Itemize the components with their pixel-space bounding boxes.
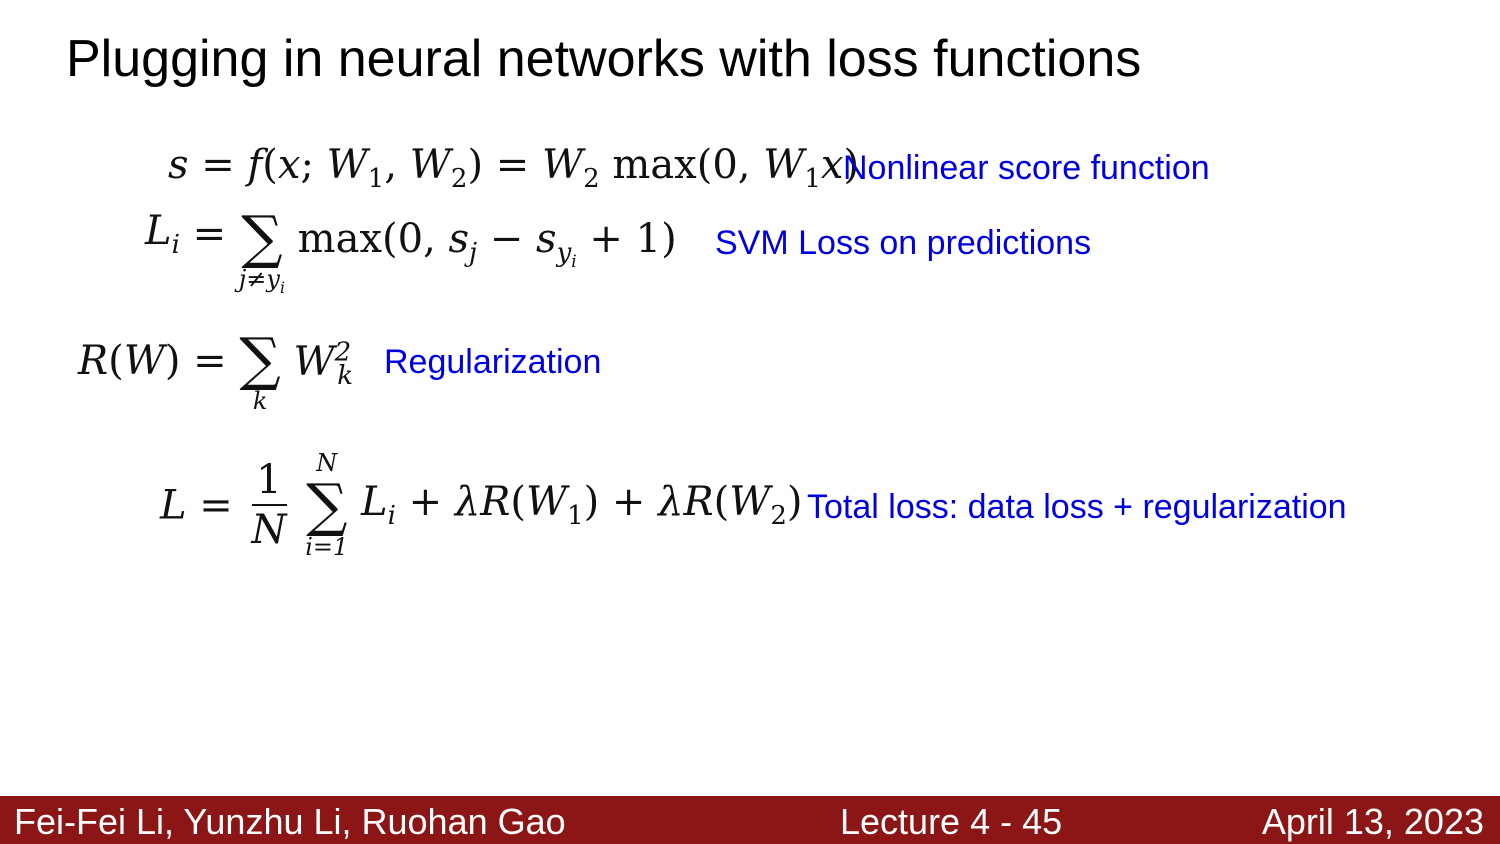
slide: Plugging in neural networks with loss fu… <box>0 0 1500 844</box>
equation-svm-loss: Li = ∑ j≠yi max(0, sj − syi + 1) <box>145 203 677 297</box>
footer-lecture: Lecture 4 - 45 <box>840 801 1063 842</box>
footer-authors: Fei-Fei Li, Yunzhu Li, Ruohan Gao <box>14 801 566 842</box>
footer-date: April 13, 2023 <box>1261 801 1484 842</box>
equation-score-function: s = f(x; W1, W2) = W2 max(0, W1x) <box>168 142 860 194</box>
fraction-one-over-n: 1 N <box>251 457 287 554</box>
equation-regularization: R(W) = ∑ k W2k <box>78 325 353 415</box>
summation-symbol: ∑ k <box>239 325 281 415</box>
footer-bar: Fei-Fei Li, Yunzhu Li, Ruohan Gao Lectur… <box>0 796 1500 844</box>
equation-total-loss: L = 1 N N ∑ i=1 Li + λR(W1) + λR(W2) <box>160 449 803 562</box>
annotation-score-function: Nonlinear score function <box>843 149 1210 187</box>
summation-symbol: ∑ j≠yi <box>238 203 285 297</box>
summation-symbol: N ∑ i=1 <box>305 449 349 562</box>
slide-title: Plugging in neural networks with loss fu… <box>66 30 1142 88</box>
annotation-svm-loss: SVM Loss on predictions <box>715 224 1092 262</box>
annotation-total-loss: Total loss: data loss + regularization <box>807 488 1347 526</box>
annotation-regularization: Regularization <box>384 343 602 381</box>
